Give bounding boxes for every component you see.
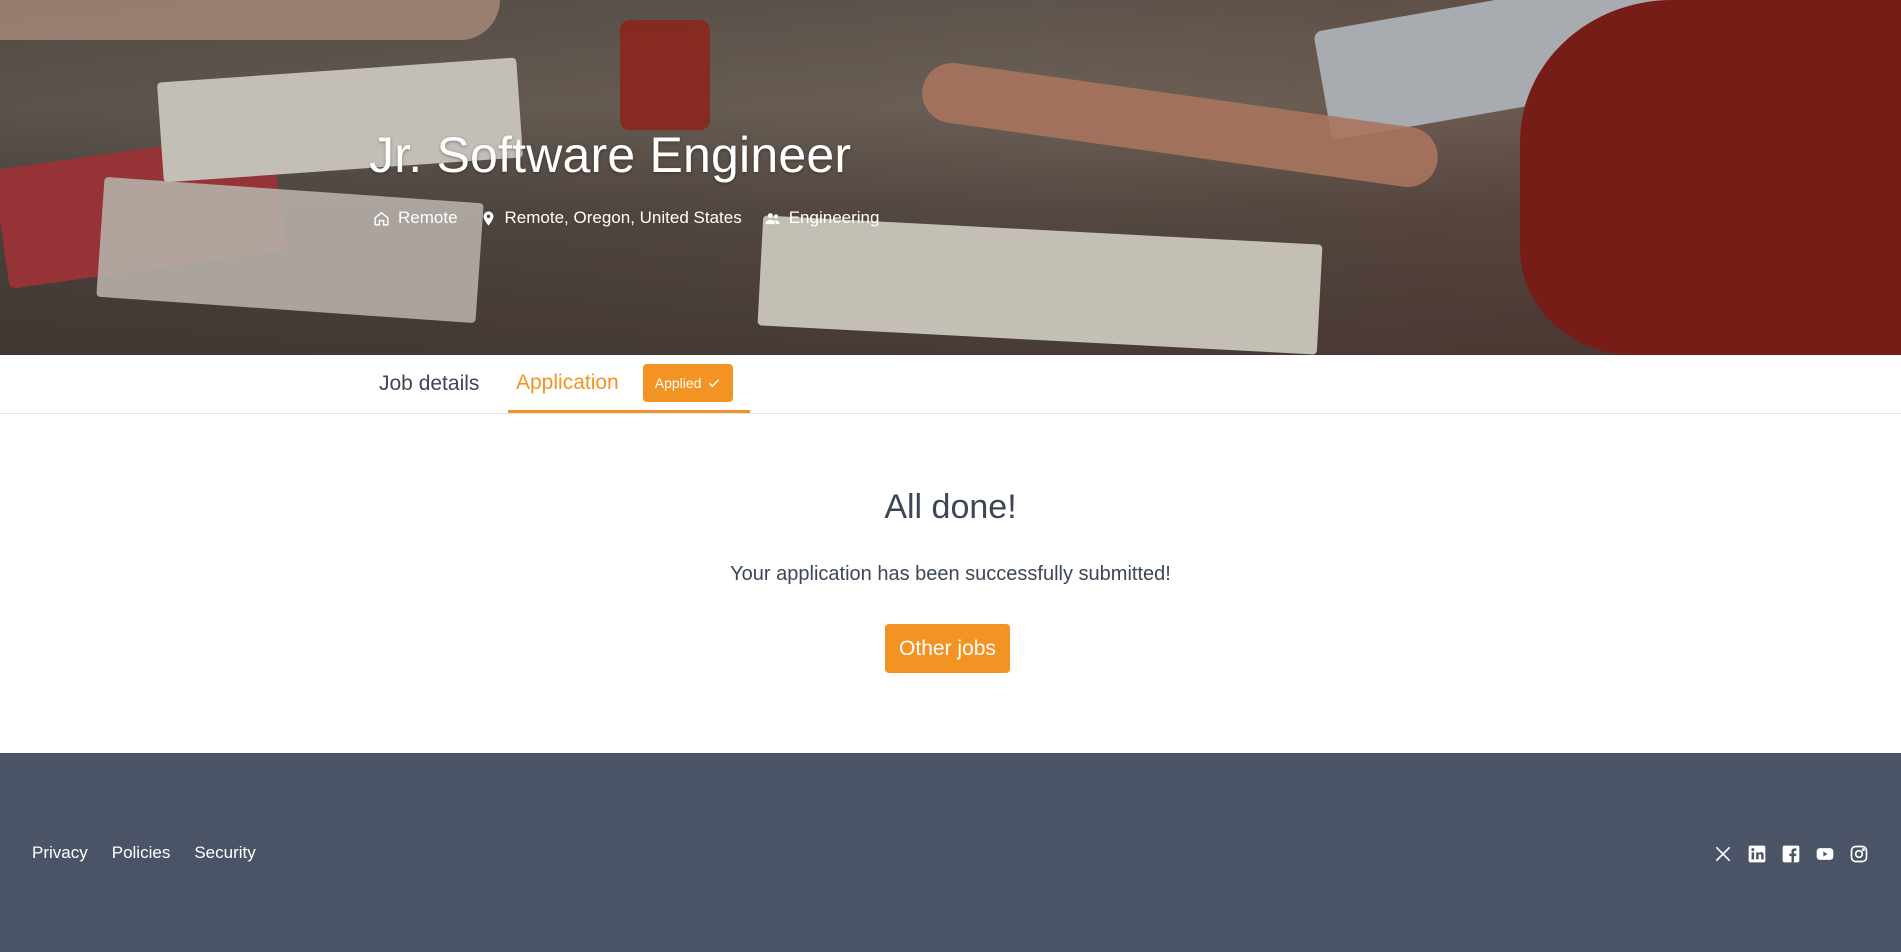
footer-link-security[interactable]: Security xyxy=(194,843,255,863)
job-meta: Remote Remote, Oregon, United States Eng… xyxy=(373,208,879,228)
tab-job-details[interactable]: Job details xyxy=(379,355,479,413)
linkedin-icon[interactable] xyxy=(1747,844,1767,864)
instagram-icon[interactable] xyxy=(1849,844,1869,864)
location-item: Remote, Oregon, United States xyxy=(480,208,742,228)
workplace-item: Remote xyxy=(373,208,458,228)
hero-banner: Jr. Software Engineer Remote Remote, Ore… xyxy=(0,0,1901,355)
footer-link-privacy[interactable]: Privacy xyxy=(32,843,88,863)
tab-bar: Job details Application Applied xyxy=(0,355,1901,414)
youtube-icon[interactable] xyxy=(1815,844,1835,864)
applied-badge-label: Applied xyxy=(654,374,702,391)
tab-job-details-label: Job details xyxy=(379,372,480,395)
footer-links: Privacy Policies Security xyxy=(32,843,256,863)
department-item: Engineering xyxy=(764,208,880,228)
tab-application-label: Application xyxy=(516,370,619,394)
x-icon[interactable] xyxy=(1713,844,1733,864)
job-title: Jr. Software Engineer xyxy=(369,127,852,183)
department-label: Engineering xyxy=(788,208,880,227)
checkmark-icon xyxy=(709,378,720,387)
other-jobs-button[interactable]: Other jobs xyxy=(885,624,1010,673)
location-pin-icon xyxy=(483,210,493,226)
social-links xyxy=(1713,844,1869,864)
workplace-label: Remote xyxy=(398,208,458,227)
location-label: Remote, Oregon, United States xyxy=(504,208,742,227)
footer xyxy=(0,753,1901,952)
people-icon xyxy=(765,212,780,224)
confirmation-title: All done! xyxy=(884,488,1017,526)
tab-application[interactable]: Application Applied xyxy=(508,355,750,413)
home-icon xyxy=(374,211,389,226)
confirmation-message: Your application has been successfully s… xyxy=(730,563,1171,585)
applied-badge: Applied xyxy=(642,363,734,402)
footer-link-policies[interactable]: Policies xyxy=(112,843,171,863)
facebook-icon[interactable] xyxy=(1781,844,1801,864)
